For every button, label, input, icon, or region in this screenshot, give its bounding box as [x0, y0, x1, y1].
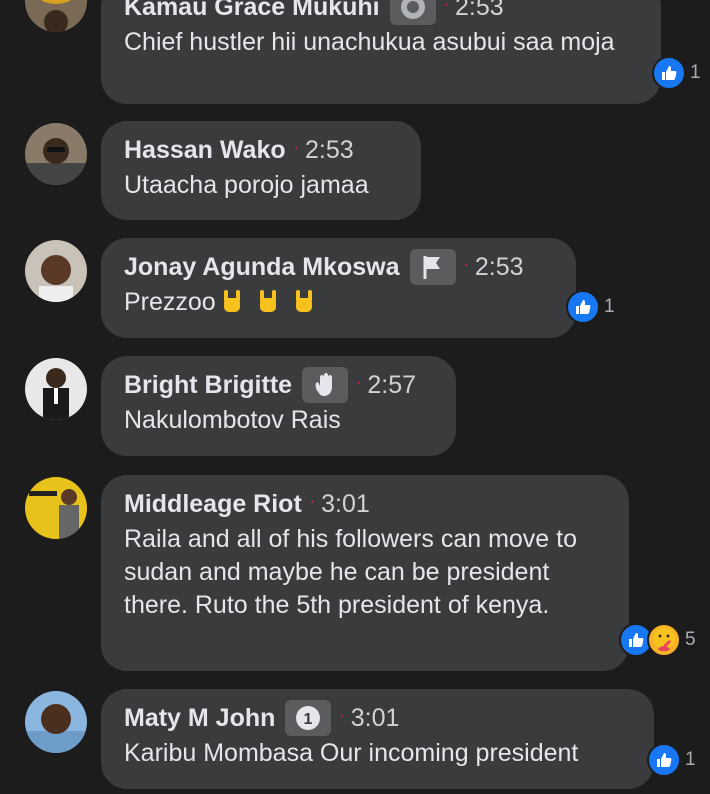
reaction-count: 1	[685, 749, 696, 770]
commenter-name[interactable]: Maty M John	[124, 704, 275, 733]
reaction-summary[interactable]: 1	[566, 290, 615, 324]
separator-dot: ·	[356, 374, 362, 391]
comment-bubble: Jonay Agunda Mkoswa · 2:53 Prezzoo	[101, 238, 576, 338]
like-reaction-icon	[652, 56, 686, 90]
comment-time[interactable]: 2:53	[455, 0, 504, 22]
comment-text: Chief hustler hii unachukua asubui saa m…	[124, 28, 615, 56]
comment-text: Karibu Mombasa Our incoming president	[124, 739, 579, 767]
comment-bubble: Kamau Grace Mukuhi · 2:53 Chief hustler …	[101, 0, 661, 104]
horns-hand-icon	[219, 288, 245, 314]
waving-hand-icon	[302, 367, 349, 403]
commenter-name[interactable]: Kamau Grace Mukuhi	[124, 0, 380, 22]
separator-dot: ·	[443, 0, 449, 13]
flag-icon	[409, 249, 456, 285]
separator-dot: ·	[463, 256, 469, 273]
comment-time[interactable]: 2:53	[305, 136, 354, 165]
separator-dot: ·	[309, 493, 316, 510]
comment-bubble: Hassan Wako · 2:53 Utaacha porojo jamaa	[101, 121, 421, 220]
comment-text: Nakulombotov Rais	[124, 406, 341, 434]
commenter-name[interactable]: Hassan Wako	[124, 136, 286, 165]
comment-time[interactable]: 3:01	[351, 704, 400, 733]
horns-hand-icon	[255, 288, 281, 314]
comment-time[interactable]: 2:53	[475, 253, 524, 282]
badge-number: 1	[304, 711, 313, 728]
reaction-count: 5	[685, 629, 696, 650]
commenter-name[interactable]: Middleage Riot	[124, 490, 302, 519]
commenter-name[interactable]: Bright Brigitte	[124, 371, 292, 400]
comment-text: Prezzoo	[124, 288, 216, 316]
commenter-name[interactable]: Jonay Agunda Mkoswa	[124, 253, 400, 282]
reaction-summary[interactable]: 1	[652, 56, 701, 90]
comment-bubble: Maty M John 1 · 3:01 Karibu Mombasa Our …	[101, 689, 654, 789]
reaction-summary[interactable]: 1	[647, 743, 696, 777]
reaction-summary[interactable]: 5	[619, 623, 696, 657]
avatar[interactable]	[25, 477, 87, 539]
reaction-count: 1	[690, 62, 701, 83]
avatar[interactable]	[25, 691, 87, 753]
comment-time[interactable]: 3:01	[321, 490, 370, 519]
comment-text: Utaacha porojo jamaa	[124, 171, 369, 199]
avatar[interactable]	[25, 123, 87, 185]
top-fan-badge-icon	[389, 0, 436, 25]
reaction-count: 1	[604, 296, 615, 317]
comment-bubble: Middleage Riot · 3:01 Raila and all of h…	[101, 475, 629, 671]
number-badge-icon: 1	[285, 700, 332, 736]
horns-hand-icon	[291, 288, 317, 314]
comment-time[interactable]: 2:57	[367, 371, 416, 400]
like-reaction-icon	[647, 743, 681, 777]
comment-text: Raila and all of his followers can move …	[124, 525, 578, 619]
avatar[interactable]	[25, 240, 87, 302]
comment-bubble: Bright Brigitte · 2:57 Nakulombotov Rais	[101, 356, 456, 456]
like-reaction-icon	[566, 290, 600, 324]
avatar[interactable]	[25, 358, 87, 420]
separator-dot: ·	[339, 707, 345, 724]
separator-dot: ·	[293, 139, 299, 156]
avatar[interactable]	[25, 0, 87, 32]
care-reaction-icon	[647, 623, 681, 657]
